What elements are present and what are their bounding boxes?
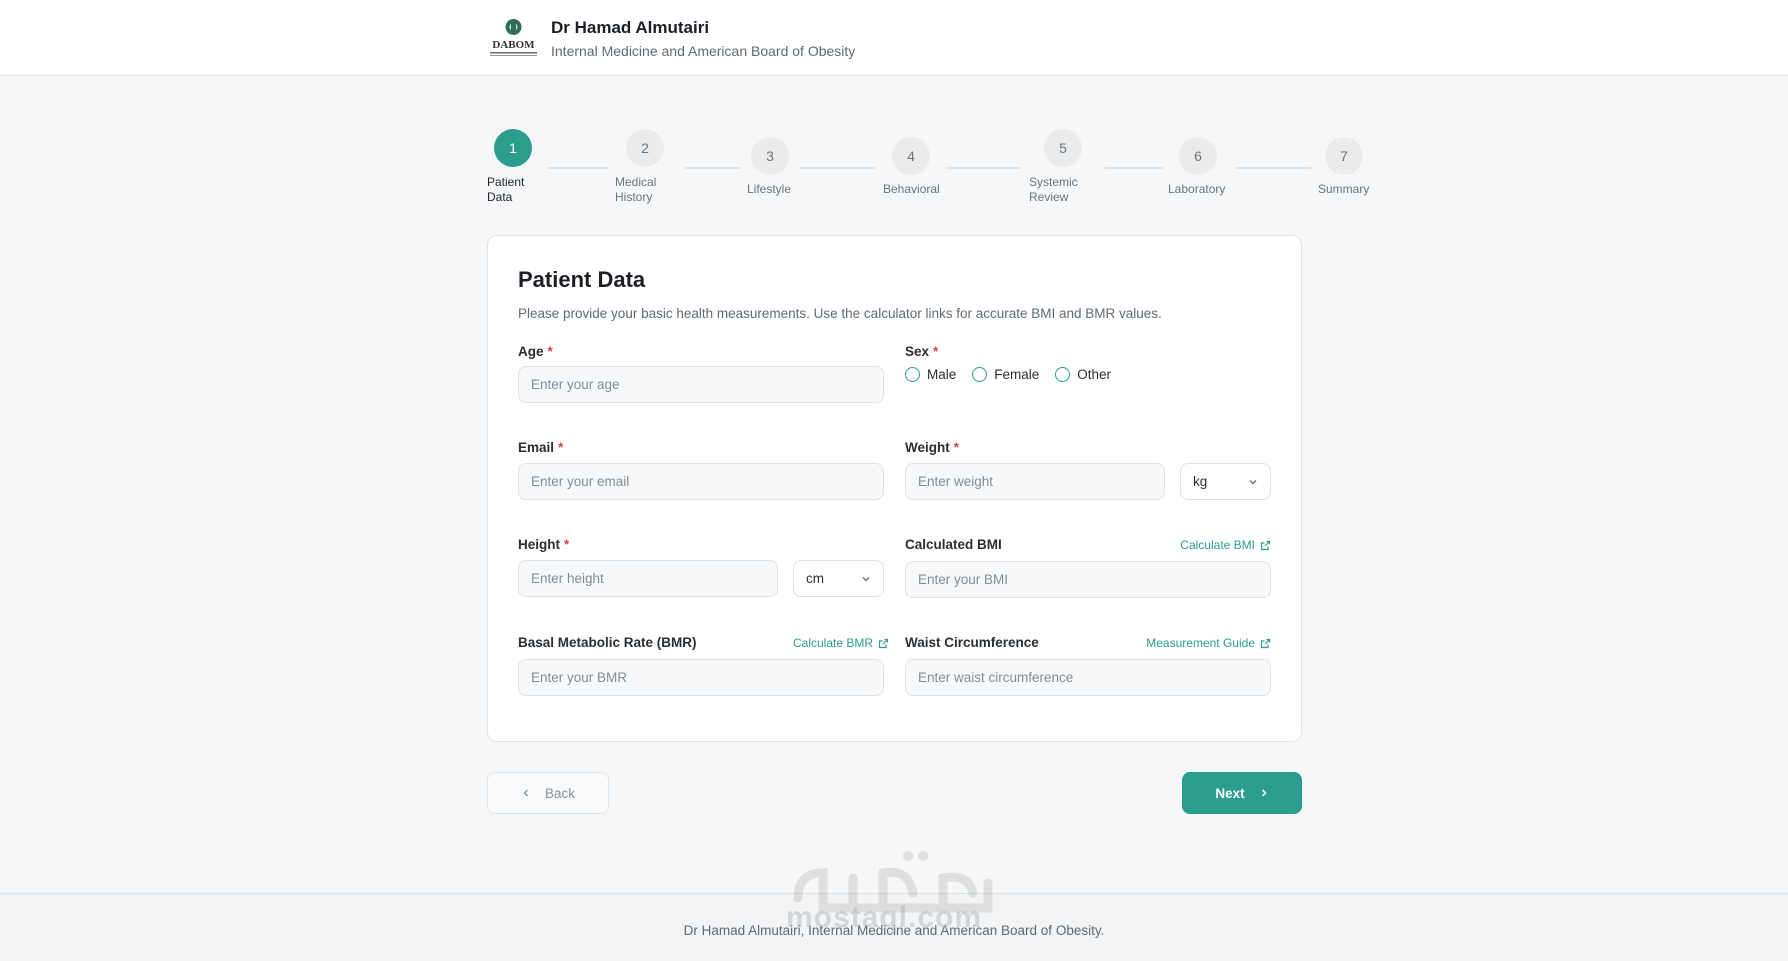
bmr-label: Basal Metabolic Rate (BMR)	[518, 635, 697, 650]
sex-option-female[interactable]: Female	[972, 367, 1039, 382]
step-5[interactable]: 5	[1044, 129, 1082, 167]
required-mark: *	[558, 440, 564, 455]
patient-data-card: Patient Data Please provide your basic h…	[487, 235, 1302, 742]
external-link-icon	[1260, 638, 1271, 648]
sex-option-other[interactable]: Other	[1055, 367, 1111, 382]
step-3-label: Lifestyle	[747, 182, 792, 196]
age-label: Age *	[518, 344, 553, 359]
page-title: Patient Data	[518, 267, 646, 292]
radio-icon[interactable]	[905, 367, 920, 382]
watermark-text: mostaql.com	[786, 901, 983, 934]
weight-label: Weight *	[905, 440, 960, 455]
next-button[interactable]: Next	[1182, 772, 1302, 814]
required-mark: *	[933, 344, 939, 359]
measurement-guide-link[interactable]: Measurement Guide	[1146, 636, 1271, 650]
step-2[interactable]: 2	[626, 129, 664, 167]
external-link-icon	[878, 638, 889, 648]
progress-stepper: 1 Patient Data 2 Medical History 3 Lifes…	[0, 0, 1788, 220]
email-label: Email *	[518, 440, 564, 455]
required-mark: *	[564, 537, 570, 552]
step-7[interactable]: 7	[1325, 137, 1363, 175]
age-input[interactable]	[518, 366, 884, 403]
step-5-label: Systemic Review	[1029, 175, 1078, 204]
chevron-down-icon	[1249, 479, 1257, 484]
step-7-label: Summary	[1318, 182, 1370, 196]
radio-icon[interactable]	[972, 367, 988, 382]
bmi-label: Calculated BMI	[905, 537, 1002, 552]
height-unit-select[interactable]: cm	[793, 560, 884, 597]
step-6[interactable]: 6	[1179, 137, 1217, 175]
step-connector	[946, 167, 1021, 169]
waist-input[interactable]	[905, 659, 1271, 696]
step-3[interactable]: 3	[751, 137, 789, 175]
step-connector	[1105, 167, 1163, 169]
waist-label: Waist Circumference	[905, 635, 1039, 650]
back-button[interactable]: Back	[487, 772, 609, 814]
step-6-label: Laboratory	[1168, 182, 1226, 196]
step-connector	[548, 167, 608, 169]
step-1[interactable]: 1	[494, 129, 532, 167]
sex-label: Sex *	[905, 344, 939, 359]
step-2-label: Medical History	[615, 175, 657, 204]
required-mark: *	[953, 440, 960, 455]
page-description: Please provide your basic health measure…	[518, 306, 1162, 321]
required-mark: *	[547, 344, 553, 359]
step-1-label: Patient Data	[487, 175, 525, 204]
height-label: Height *	[518, 537, 570, 552]
radio-icon[interactable]	[1055, 367, 1071, 382]
external-link-icon	[1260, 540, 1271, 550]
chevron-left-icon	[523, 789, 528, 797]
chevron-right-icon	[1261, 789, 1267, 797]
step-connector	[800, 167, 875, 169]
bmi-input[interactable]	[905, 561, 1271, 598]
chevron-down-icon	[862, 576, 870, 581]
calculate-bmr-link[interactable]: Calculate BMR	[793, 636, 889, 650]
step-connector	[685, 167, 740, 169]
sex-radio-group: Male Female Other	[905, 367, 1111, 382]
weight-input[interactable]	[905, 463, 1165, 500]
step-4[interactable]: 4	[892, 137, 930, 175]
email-input[interactable]	[518, 463, 884, 500]
weight-unit-select[interactable]: kg	[1180, 463, 1271, 500]
step-connector	[1236, 167, 1311, 169]
step-4-label: Behavioral	[883, 182, 940, 196]
bmr-input[interactable]	[518, 659, 884, 696]
calculate-bmi-link[interactable]: Calculate BMI	[1180, 538, 1271, 552]
sex-option-male[interactable]: Male	[905, 367, 956, 382]
height-input[interactable]	[518, 560, 778, 597]
